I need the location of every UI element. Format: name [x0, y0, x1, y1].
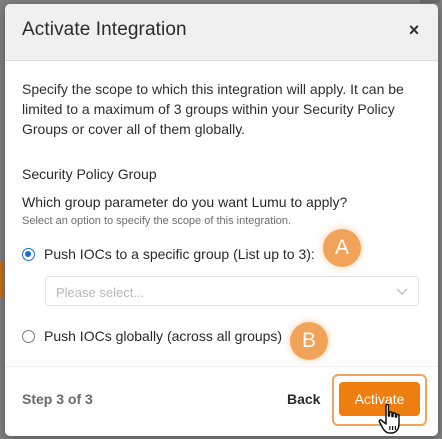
annotation-badge-b: B: [290, 322, 328, 360]
back-button[interactable]: Back: [287, 391, 320, 407]
step-indicator: Step 3 of 3: [22, 391, 93, 407]
radio-option-global[interactable]: Push IOCs globally (across all groups): [22, 328, 282, 344]
hand-pointer-icon: [378, 403, 400, 434]
footer-divider: [5, 366, 438, 367]
close-icon[interactable]: ×: [404, 20, 424, 40]
backdrop-fragment: [420, 0, 440, 3]
radio-option-specific-group[interactable]: Push IOCs to a specific group (List up t…: [22, 246, 315, 262]
modal-description: Specify the scope to which this integrat…: [22, 81, 404, 137]
chevron-down-icon: [396, 288, 408, 296]
radio-label-global: Push IOCs globally (across all groups): [44, 328, 283, 344]
modal-header: Activate Integration ×: [5, 4, 438, 61]
modal-title: Activate Integration: [22, 19, 187, 40]
activate-integration-modal: Activate Integration × Specify the scope…: [5, 4, 438, 436]
select-placeholder: Please select...: [56, 285, 145, 300]
group-question: Which group parameter do you want Lumu t…: [22, 194, 348, 210]
radio-specific-group[interactable]: [22, 247, 35, 261]
radio-global[interactable]: [22, 329, 35, 343]
annotation-badge-a: A: [323, 229, 361, 267]
group-select[interactable]: Please select...: [45, 276, 419, 306]
backdrop-accent: [0, 262, 4, 298]
group-hint: Select an option to specify the scope of…: [22, 215, 292, 227]
section-heading: Security Policy Group: [22, 166, 157, 182]
radio-label-specific-group: Push IOCs to a specific group (List up t…: [44, 246, 315, 262]
